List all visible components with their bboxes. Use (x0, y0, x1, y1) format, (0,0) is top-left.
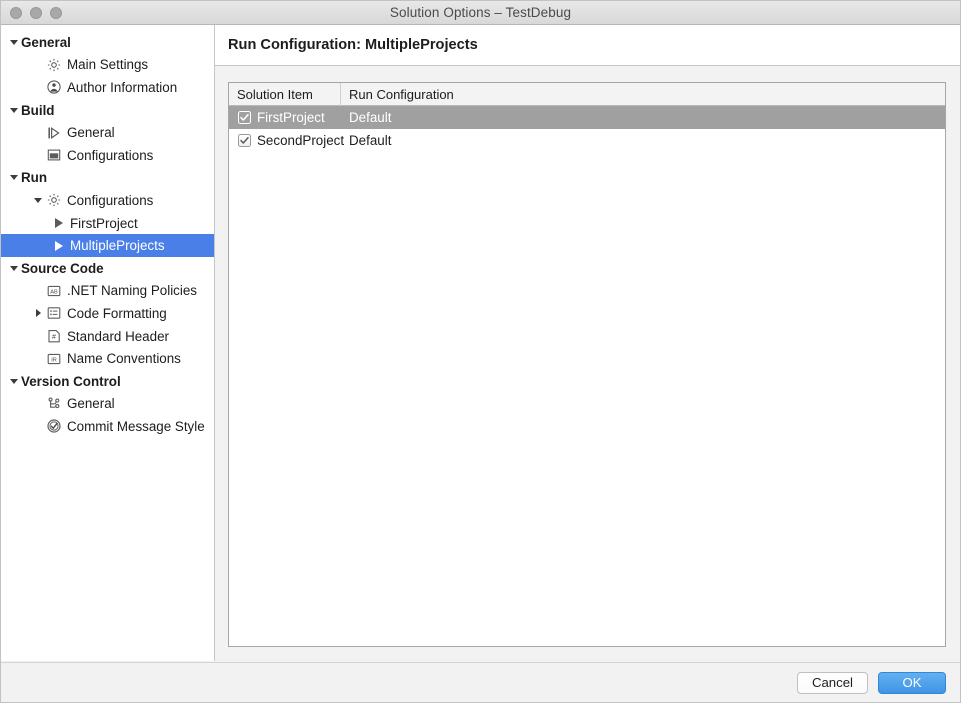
sidebar-item-general[interactable]: General (1, 31, 214, 54)
sidebar-item-label: Code Formatting (67, 305, 167, 321)
svg-text:#: # (52, 334, 56, 341)
sidebar-item-label: Version Control (21, 373, 121, 389)
ok-button[interactable]: OK (878, 671, 946, 694)
gear-icon (45, 57, 62, 73)
table-header-row: Solution Item Run Configuration (229, 83, 945, 106)
sidebar-item-configurations[interactable]: Configurations (1, 189, 214, 212)
column-header-run-configuration[interactable]: Run Configuration (341, 83, 945, 106)
person-icon (45, 79, 62, 95)
sidebar-item-label: Run (21, 170, 48, 186)
sidebar-item-source-code[interactable]: Source Code (1, 257, 214, 280)
run-arrow-icon (55, 240, 63, 251)
settings-sidebar[interactable]: General Main Settings Author Information Bu… (1, 25, 215, 661)
sidebar-item-label: Commit Message Style (67, 418, 205, 434)
sidebar-item-label: .NET Naming Policies (67, 283, 197, 299)
sidebar-item-label: Configurations (67, 192, 154, 208)
table-row[interactable]: SecondProject Default (229, 129, 945, 152)
dialog-footer: Cancel OK (1, 662, 960, 702)
format-list-icon (45, 305, 62, 321)
pane-content: Solution Item Run Configuration FirstPro… (215, 66, 960, 661)
sidebar-item-general[interactable]: General (1, 393, 214, 416)
cell-solution-item: SecondProject (229, 129, 345, 152)
sidebar-item-net-naming-policies[interactable]: AB .NET Naming Policies (1, 280, 214, 303)
sidebar-item-label: General (21, 34, 71, 50)
solution-items-table[interactable]: Solution Item Run Configuration FirstPro… (228, 82, 946, 647)
run-configuration-value: Default (349, 110, 392, 125)
pane-header: Run Configuration: MultipleProjects (215, 25, 960, 66)
sidebar-item-general[interactable]: General (1, 121, 214, 144)
chevron-down-icon[interactable] (7, 175, 21, 181)
page-title: Run Configuration: MultipleProjects (228, 37, 478, 53)
branch-icon (45, 396, 62, 412)
solution-item-name: FirstProject (257, 110, 325, 125)
cancel-button[interactable]: Cancel (796, 671, 868, 694)
gear-icon (45, 192, 62, 208)
sidebar-item-label: Main Settings (67, 57, 149, 73)
sidebar-item-version-control[interactable]: Version Control (1, 370, 214, 393)
chevron-down-icon[interactable] (7, 39, 21, 45)
sidebar-item-label: Author Information (67, 79, 178, 95)
dialog-body: General Main Settings Author Information Bu… (1, 25, 960, 662)
sidebar-item-code-formatting[interactable]: Code Formatting (1, 302, 214, 325)
minimize-button[interactable] (30, 7, 42, 19)
sidebar-item-run[interactable]: Run (1, 167, 214, 190)
chevron-down-icon[interactable] (31, 197, 45, 203)
chevron-down-icon[interactable] (7, 378, 21, 384)
sidebar-item-label: General (67, 396, 115, 412)
window-title: Solution Options – TestDebug (389, 5, 572, 20)
solution-item-name: SecondProject (257, 133, 345, 148)
table-body: FirstProject Default SecondProject Default (229, 106, 945, 646)
window-icon (45, 147, 62, 163)
row-checkbox[interactable] (238, 134, 251, 147)
chevron-down-icon[interactable] (7, 107, 21, 113)
sidebar-item-multipleprojects[interactable]: MultipleProjects (1, 234, 214, 257)
sidebar-item-label: Name Conventions (67, 351, 181, 367)
sidebar-item-commit-message-style[interactable]: Commit Message Style (1, 415, 214, 438)
table-row[interactable]: FirstProject Default (229, 106, 945, 129)
cell-run-configuration[interactable]: Default (341, 106, 945, 129)
chevron-right-icon[interactable] (31, 309, 45, 318)
main-panel: Run Configuration: MultipleProjects Solu… (215, 25, 960, 661)
chevron-down-icon[interactable] (7, 265, 21, 271)
sidebar-item-label: Configurations (67, 147, 154, 163)
build-icon (45, 125, 62, 141)
sidebar-item-main-settings[interactable]: Main Settings (1, 54, 214, 77)
svg-text:IR: IR (51, 357, 57, 363)
zoom-button[interactable] (50, 7, 62, 19)
hash-doc-icon: # (45, 328, 62, 344)
svg-text:AB: AB (50, 289, 58, 295)
close-button[interactable] (10, 7, 22, 19)
row-checkbox[interactable] (238, 111, 251, 124)
run-arrow-icon (55, 218, 63, 229)
sidebar-item-configurations[interactable]: Configurations (1, 144, 214, 167)
sidebar-item-firstproject[interactable]: FirstProject (1, 212, 214, 235)
sidebar-item-label: Standard Header (67, 328, 169, 344)
sidebar-item-standard-header[interactable]: # Standard Header (1, 325, 214, 348)
sidebar-item-label: MultipleProjects (70, 238, 165, 254)
sidebar-item-label: Build (21, 102, 55, 118)
run-configuration-value: Default (349, 133, 392, 148)
check-circle-icon (45, 418, 62, 434)
title-bar: Solution Options – TestDebug (1, 1, 960, 25)
cell-run-configuration[interactable]: Default (341, 129, 945, 152)
sidebar-item-author-information[interactable]: Author Information (1, 76, 214, 99)
sidebar-item-label: Source Code (21, 260, 104, 276)
column-header-solution-item[interactable]: Solution Item (229, 83, 341, 106)
sidebar-item-label: General (67, 125, 115, 141)
ir-box-icon: IR (45, 351, 62, 367)
ab-box-icon: AB (45, 283, 62, 299)
sidebar-item-label: FirstProject (70, 215, 138, 231)
sidebar-item-name-conventions[interactable]: IR Name Conventions (1, 347, 214, 370)
solution-options-dialog: Solution Options – TestDebug General Main… (0, 0, 961, 703)
window-controls (10, 1, 62, 25)
sidebar-item-build[interactable]: Build (1, 99, 214, 122)
cell-solution-item: FirstProject (229, 106, 341, 129)
